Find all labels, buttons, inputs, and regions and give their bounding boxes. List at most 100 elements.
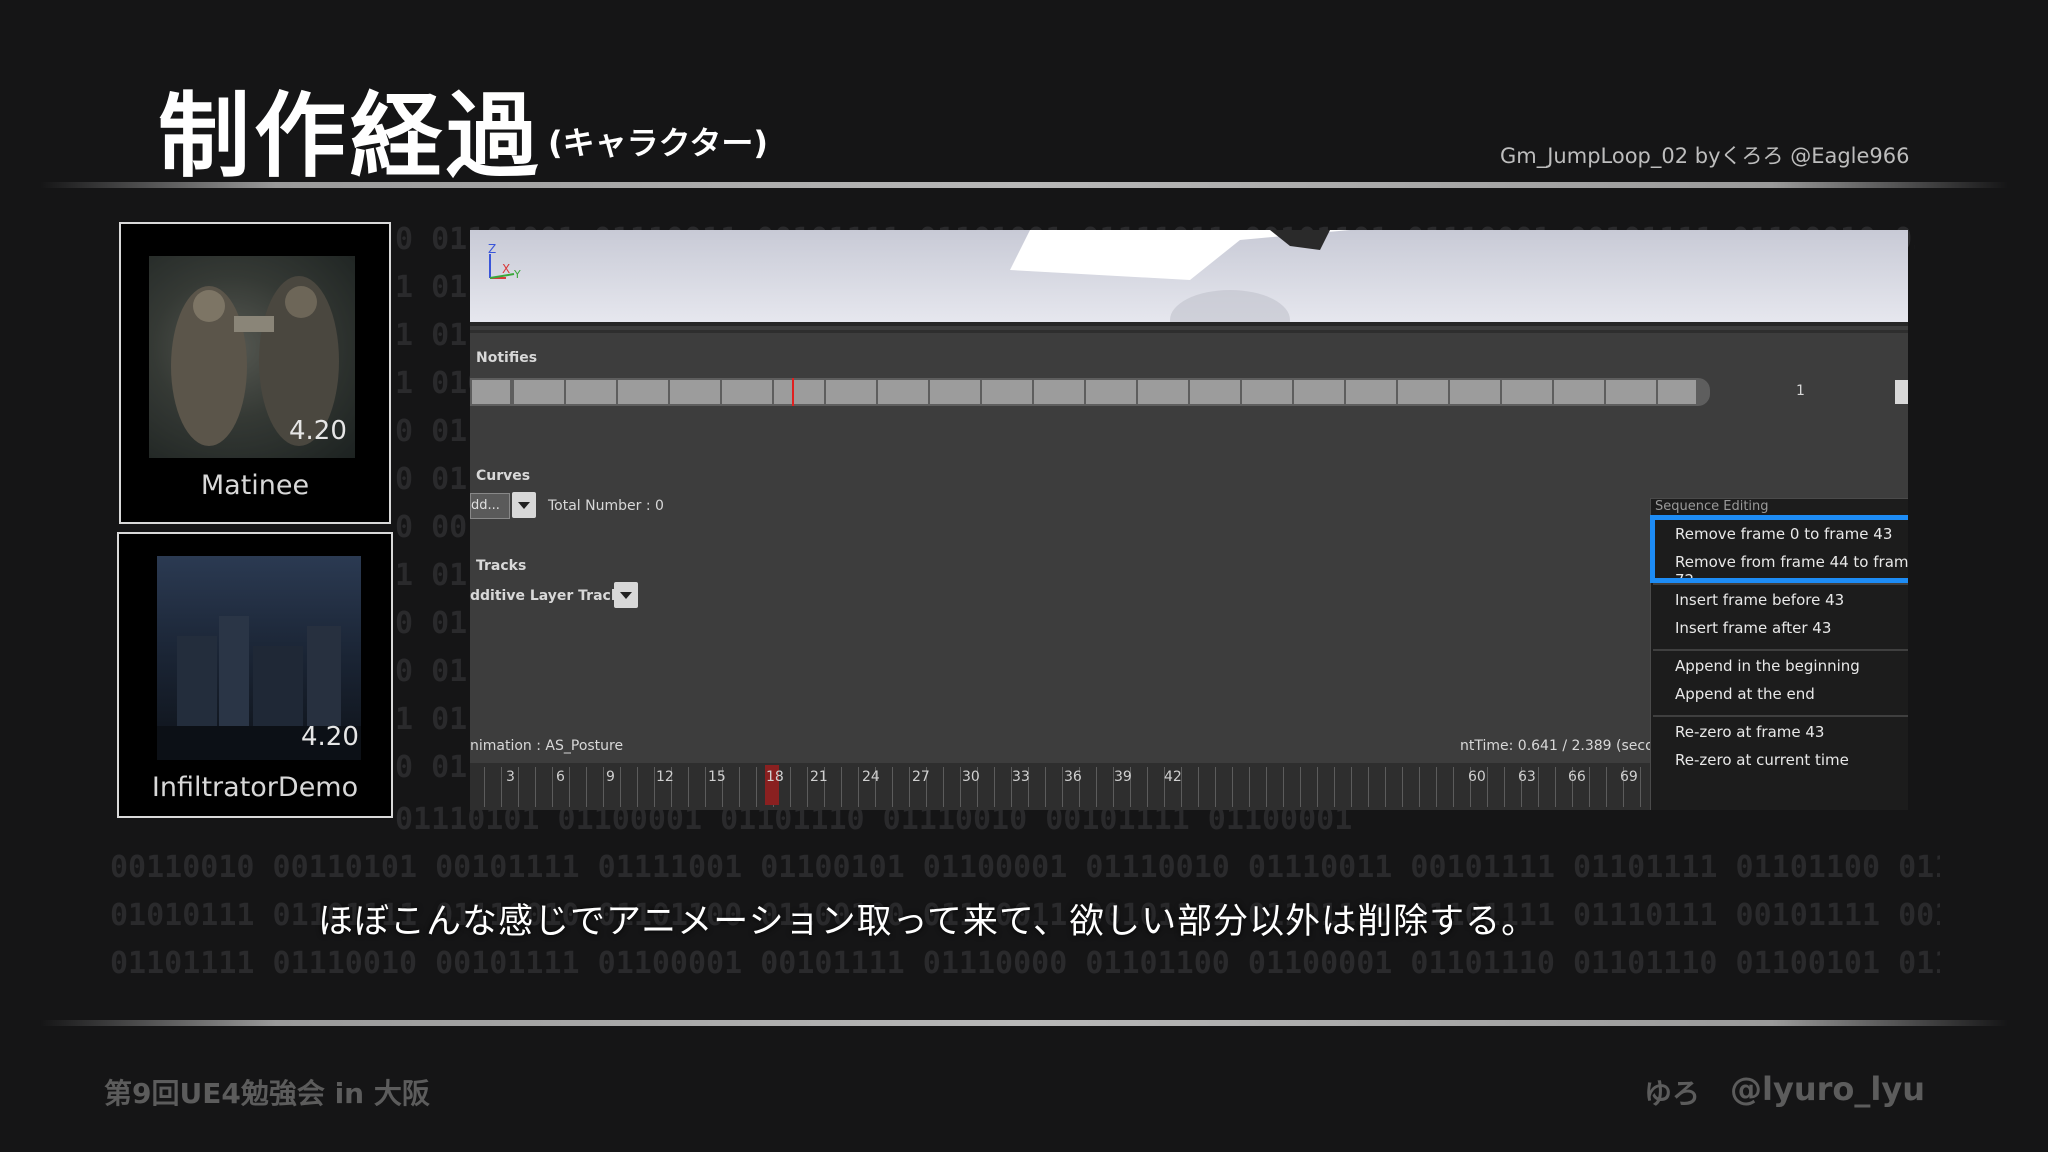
additive-tracks-dropdown-icon[interactable] <box>614 582 638 608</box>
notify-track-menu-icon[interactable] <box>1895 380 1908 404</box>
infiltrator-thumbnail: 4.20 <box>157 556 361 760</box>
curves-total-number: Total Number : 0 <box>548 498 664 514</box>
menu-item-insert-after[interactable]: Insert frame after 43 <box>1675 619 1831 637</box>
matinee-label: Matinee <box>200 470 310 501</box>
notify-segment <box>1294 380 1344 404</box>
menu-separator <box>1653 715 1908 717</box>
notify-segment <box>618 380 668 404</box>
notify-scrub-marker <box>792 378 794 406</box>
binary-row: 0 01101111 01110010 00101111 01100001 00… <box>395 606 475 641</box>
menu-item-append-beginning[interactable]: Append in the beginning <box>1675 657 1860 675</box>
timeline-tick-label: 30 <box>962 769 980 785</box>
add-curve-dropdown-icon[interactable] <box>512 492 536 518</box>
notify-segment <box>1138 380 1188 404</box>
bottom-divider <box>40 1020 2008 1026</box>
timeline-tick-label: 24 <box>862 769 880 785</box>
timeline-tick-label: 18 <box>766 769 784 785</box>
infiltrator-label: InfiltratorDemo <box>151 772 359 803</box>
panel-divider <box>470 330 1908 333</box>
notify-segment <box>1554 380 1604 404</box>
animation-credit: Gm_JumpLoop_02 byくろろ @Eagle966 <box>1500 144 1910 168</box>
footer-author-handle: @lyuro_lyu <box>1730 1070 1925 1108</box>
notify-segment <box>982 380 1032 404</box>
binary-row: 0 01101111 01110010 00101111 01100001 00… <box>395 654 475 689</box>
timeline-tick-label: 15 <box>708 769 726 785</box>
animation-name: nimation : AS_Posture <box>470 738 624 754</box>
timeline-tick-label: 69 <box>1620 769 1638 785</box>
slide-caption: ほぼこんな感じでアニメーション取って来て、欲しい部分以外は削除する。 <box>318 902 1538 942</box>
axis-y-label: Y <box>514 268 521 281</box>
matinee-thumbnail: 4.20 <box>149 256 355 458</box>
additive-layer-tracks-label: dditive Layer Tracks <box>470 588 629 604</box>
binary-row: 1 01101111 01110010 00101111 01100001 00… <box>395 702 475 737</box>
notify-segment <box>1606 380 1656 404</box>
timeline-tick-label: 6 <box>556 769 565 785</box>
top-divider <box>40 182 2008 188</box>
notify-segment <box>826 380 876 404</box>
menu-separator <box>1653 583 1908 585</box>
viewport[interactable]: Z X Y <box>470 230 1908 350</box>
notify-segment <box>930 380 980 404</box>
binary-row: 01101111 01110010 00101111 01100001 0010… <box>110 946 1940 981</box>
binary-row: 0 00101111 01110010 00101111 01100001 00… <box>395 510 475 545</box>
timeline-tick-label: 12 <box>656 769 674 785</box>
binary-row: 1 01101111 01110010 00101111 01100001 00… <box>395 558 475 593</box>
notify-segment <box>670 380 720 404</box>
binary-row: 1 01101111 01110010 00101111 01100001 00… <box>395 270 475 305</box>
notify-segment <box>566 380 616 404</box>
timeline-tick-label: 21 <box>810 769 828 785</box>
timeline-tick-label: 9 <box>606 769 615 785</box>
notify-segment <box>1242 380 1292 404</box>
binary-row: 1 01101111 01110010 00101111 01100001 00… <box>395 318 475 353</box>
notify-segment <box>774 380 824 404</box>
notify-segment <box>1086 380 1136 404</box>
timeline-tick-label: 36 <box>1064 769 1082 785</box>
notify-segment <box>1450 380 1500 404</box>
curves-label: Curves <box>476 468 531 484</box>
card-matinee[interactable]: 4.20 Matinee <box>119 222 391 524</box>
footer-author-name: ゆろ <box>1644 1077 1701 1110</box>
tracks-label: Tracks <box>476 558 527 574</box>
notify-segment <box>722 380 772 404</box>
notify-segment <box>1034 380 1084 404</box>
menu-item-append-end[interactable]: Append at the end <box>1675 685 1815 703</box>
timeline-tick-label: 27 <box>912 769 930 785</box>
binary-row: 0 01101111 01110010 00101111 01100001 00… <box>395 414 475 449</box>
axis-gizmo-icon: Z X Y <box>484 242 534 282</box>
timeline-tick-label: 60 <box>1468 769 1486 785</box>
notify-segment <box>878 380 928 404</box>
viewport-divider <box>470 322 1908 326</box>
timeline-tick-label: 33 <box>1012 769 1030 785</box>
notify-track-number: 1 <box>1796 383 1805 399</box>
axis-z-label: Z <box>488 242 497 256</box>
binary-row: 0 01101111 01110010 00101111 01100001 00… <box>395 750 475 785</box>
timeline-tick-label: 42 <box>1164 769 1182 785</box>
notifies-label: Notifies <box>476 350 538 366</box>
timeline-tick-label: 39 <box>1114 769 1132 785</box>
binary-row: 00110010 00110101 00101111 01111001 0110… <box>110 850 1940 885</box>
notify-segment <box>1346 380 1396 404</box>
menu-header: Sequence Editing <box>1655 499 1769 514</box>
notify-segment <box>514 380 564 404</box>
menu-item-rezero-frame[interactable]: Re-zero at frame 43 <box>1675 723 1824 741</box>
axis-x-label: X <box>502 262 511 276</box>
menu-item-rezero-current[interactable]: Re-zero at current time <box>1675 751 1849 769</box>
notify-segment <box>1190 380 1240 404</box>
timeline-tick-label: 66 <box>1568 769 1586 785</box>
slide-subtitle: (キャラクター) <box>548 124 768 162</box>
binary-row: 0 01101111 01110010 00101111 01100001 00… <box>395 462 475 497</box>
timeline-tick-label: 3 <box>506 769 515 785</box>
viewport-scene <box>1010 230 1350 350</box>
infiltrator-version: 4.20 <box>301 722 359 752</box>
notify-segment <box>1502 380 1552 404</box>
notify-segment <box>1398 380 1448 404</box>
card-infiltrator-demo[interactable]: 4.20 InfiltratorDemo <box>117 532 393 818</box>
matinee-version: 4.20 <box>289 416 347 446</box>
notify-segment <box>1658 380 1696 404</box>
animation-editor: Z X Y Notifies 1 Curves dd... Total Numb… <box>470 230 1908 810</box>
menu-item-insert-before[interactable]: Insert frame before 43 <box>1675 591 1844 609</box>
binary-row: 1 01001111 01110010 00101111 01100001 00… <box>395 366 475 401</box>
add-curve-button[interactable]: dd... <box>470 493 510 519</box>
footer-event-name: 第9回UE4勉強会 in 大阪 <box>104 1077 430 1110</box>
notify-track[interactable] <box>470 378 1710 406</box>
